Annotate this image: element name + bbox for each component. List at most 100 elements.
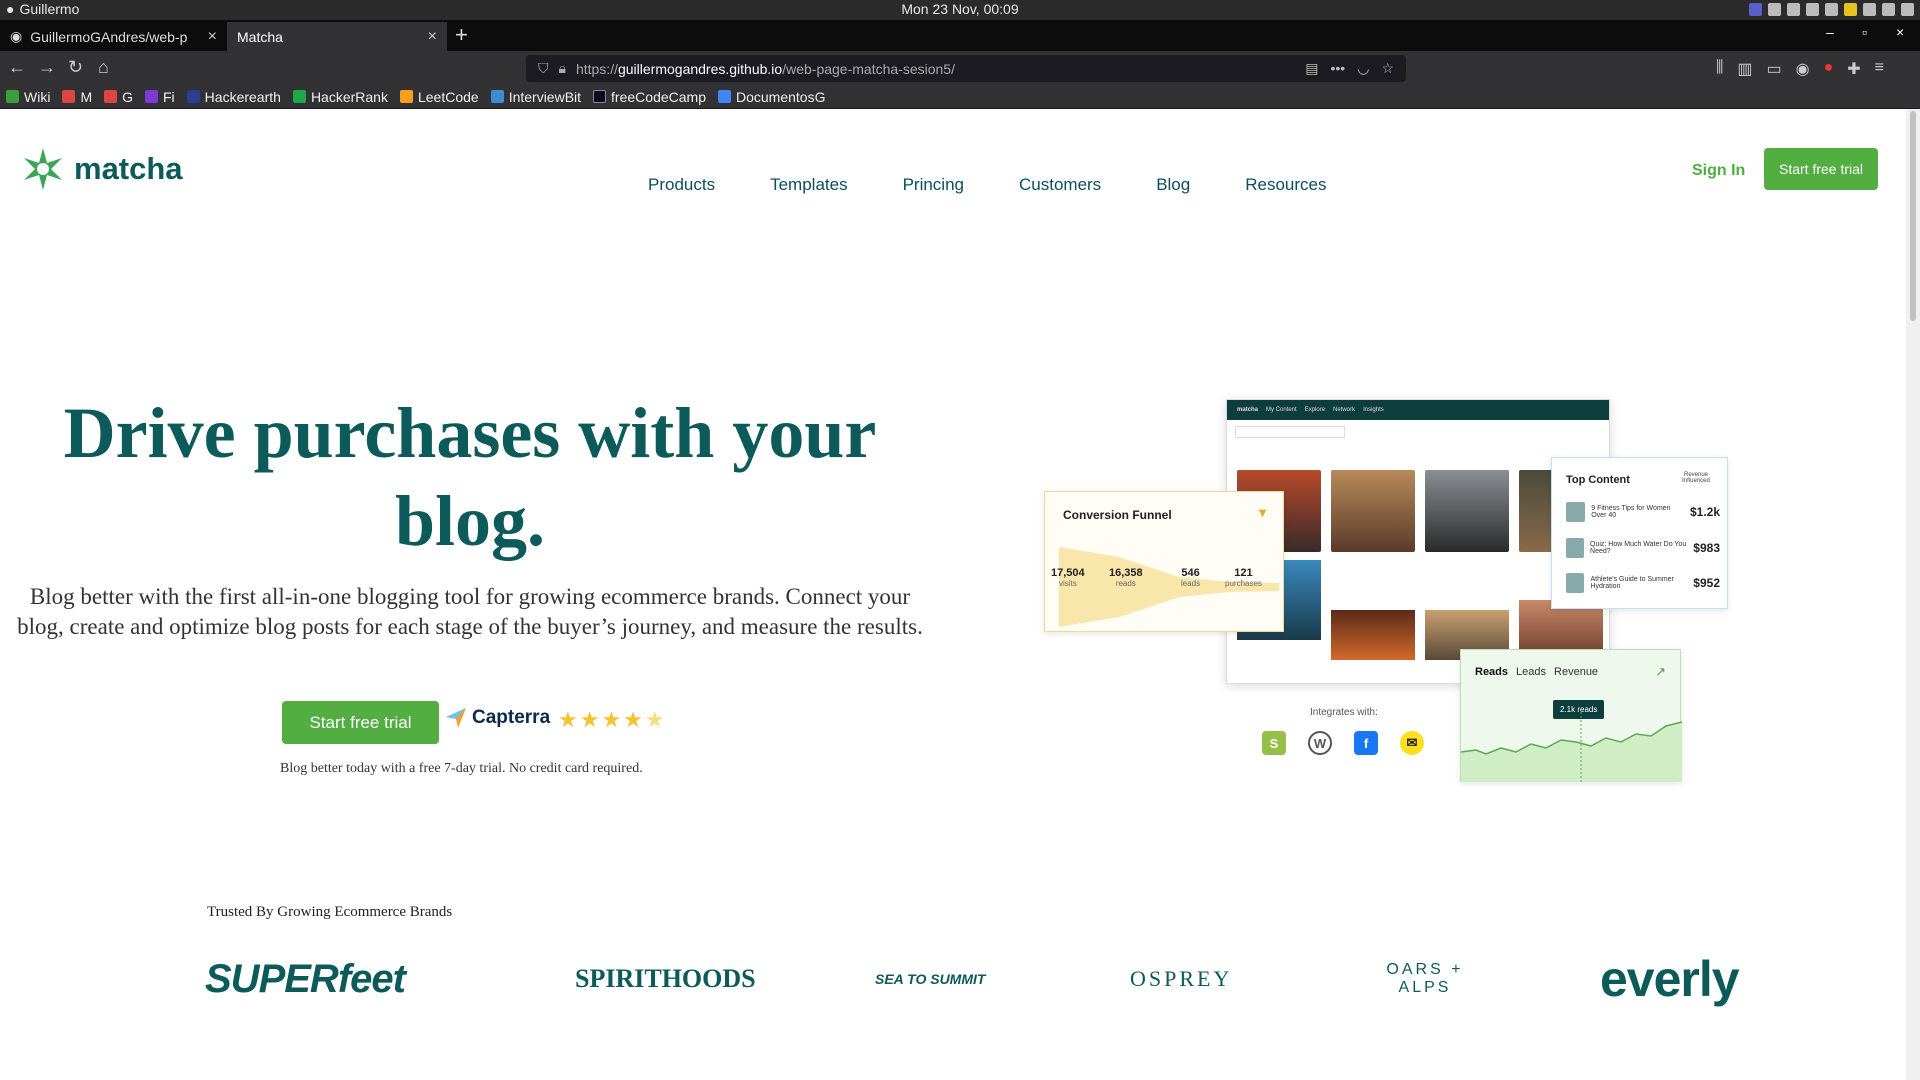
matcha-logo[interactable]: matcha: [20, 146, 183, 192]
extension-red-icon[interactable]: ●: [1824, 59, 1834, 79]
content-grid: [1237, 470, 1603, 552]
close-icon[interactable]: ×: [428, 28, 437, 46]
conversion-funnel-card: Conversion Funnel ▼ 17,504 visits 16,358 r…: [1044, 491, 1284, 632]
teams-icon[interactable]: [1749, 3, 1762, 16]
reads-chart-card: Reads Leads Revenue ↗ 2.1k reads: [1460, 649, 1682, 782]
forward-icon[interactable]: →: [38, 57, 56, 78]
screen-icon[interactable]: [1768, 3, 1781, 16]
gmail-icon: [62, 90, 76, 103]
app-tab: Explore: [1304, 407, 1326, 413]
thumbnail: [1566, 538, 1585, 558]
app-tab: Insights: [1363, 407, 1384, 413]
reader-icon[interactable]: ▭: [1767, 59, 1782, 79]
library-icon[interactable]: ⫼: [1716, 59, 1723, 79]
start-trial-button[interactable]: Start free trial: [282, 701, 439, 744]
display-icon[interactable]: [1787, 3, 1800, 16]
thumbnail: [1566, 502, 1586, 522]
nav-pricing[interactable]: Princing: [903, 175, 964, 195]
volume-icon[interactable]: [1882, 3, 1895, 16]
funnel-stage: 121 purchases: [1225, 567, 1262, 588]
app-search: [1235, 426, 1345, 438]
tab-strip: ◉ GuillermoGAndres/web-p × Matcha ×: [0, 20, 1920, 51]
tracking-shield-icon[interactable]: ⛉: [538, 60, 549, 77]
hackerrank-icon: [292, 90, 306, 103]
notification-icon[interactable]: [1901, 3, 1914, 16]
bookmark-gmail-g[interactable]: G: [104, 89, 133, 105]
navigation-toolbar: ← → ↻ ⌂ ⛉ 🔒︎ https://guillermogandres.gi…: [0, 51, 1920, 85]
github-icon: ◉: [10, 28, 23, 44]
menu-icon[interactable]: ≡: [1875, 59, 1884, 79]
bookmark-star-icon[interactable]: ☆: [1381, 60, 1394, 77]
bookmark-gmail-m[interactable]: M: [62, 89, 92, 105]
notes-icon[interactable]: [1844, 3, 1857, 16]
url-text: https://guillermogandres.github.io/web-p…: [575, 60, 955, 77]
matcha-leaf-icon: [24, 148, 62, 190]
url-bar[interactable]: ⛉ 🔒︎ https://guillermogandres.github.io/…: [526, 55, 1406, 82]
back-icon[interactable]: ←: [8, 57, 26, 78]
integration-logos: S W f ✉: [1262, 731, 1424, 755]
capterra-badge[interactable]: Capterra: [446, 707, 550, 729]
nav-customers[interactable]: Customers: [1019, 175, 1101, 195]
bookmark-hackerearth[interactable]: Hackerearth: [186, 89, 281, 105]
close-window-button[interactable]: ×: [1896, 24, 1904, 40]
top-content-item: Quiz: How Much Water Do You Need? $983: [1566, 536, 1720, 560]
app-nav: matcha My Content Explore Network Insigh…: [1227, 400, 1609, 420]
os-top-bar: ● Guillermo Mon 23 Nov, 00:09: [0, 0, 1920, 20]
sidebar-icon[interactable]: ▥: [1737, 59, 1752, 79]
web-page: matcha Products Templates Princing Custo…: [0, 109, 1906, 1080]
bookmark-fi[interactable]: Fi: [145, 89, 175, 105]
bookmark-hackerrank[interactable]: HackerRank: [292, 89, 388, 105]
tab-title: GuillermoGAndres/web-p: [30, 28, 188, 45]
nav-templates[interactable]: Templates: [770, 175, 847, 195]
funnel-filter-icon: ▼: [1256, 505, 1269, 520]
reload-icon[interactable]: ↻: [68, 57, 83, 78]
trusted-title: Trusted By Growing Ecommerce Brands: [207, 904, 453, 920]
spirithoods-logo: SPIRITHOODS: [575, 964, 756, 993]
nav-resources[interactable]: Resources: [1245, 175, 1326, 195]
nav-products[interactable]: Products: [648, 175, 715, 195]
docs-icon: [717, 90, 731, 103]
osprey-logo: OSPREY: [1130, 966, 1233, 991]
extensions-icon[interactable]: ✚: [1847, 59, 1860, 79]
gmail-icon: [104, 90, 118, 103]
bookmark-wiki[interactable]: Wiki: [6, 89, 50, 105]
tab-title: Matcha: [237, 28, 283, 45]
new-tab-button[interactable]: +: [455, 22, 468, 48]
scrollbar-thumb[interactable]: [1910, 111, 1916, 321]
minimize-button[interactable]: –: [1826, 24, 1834, 40]
sign-in-link[interactable]: Sign In: [1692, 162, 1745, 180]
nav-blog[interactable]: Blog: [1156, 175, 1190, 195]
top-content-item: Athlete's Guide to Summer Hydration $952: [1566, 571, 1720, 595]
system-clock[interactable]: Mon 23 Nov, 00:09: [0, 1, 1920, 17]
clip-icon[interactable]: [1806, 3, 1819, 16]
wiki-icon: [6, 90, 19, 103]
pocket-icon[interactable]: ◡: [1357, 60, 1369, 77]
trial-note: Blog better today with a free 7-day tria…: [280, 761, 643, 776]
maximize-button[interactable]: ▫: [1862, 24, 1867, 40]
integrates-label: Integrates with:: [1310, 707, 1378, 718]
home-icon[interactable]: ⌂: [98, 57, 109, 78]
bookmark-documentos[interactable]: DocumentosG: [717, 89, 825, 105]
start-trial-header-button[interactable]: Start free trial: [1764, 148, 1878, 190]
close-icon[interactable]: ×: [208, 28, 217, 46]
reader-view-icon[interactable]: ▤: [1305, 60, 1318, 77]
capterra-label: Capterra: [472, 707, 551, 728]
lock-icon[interactable]: 🔒︎: [559, 60, 566, 77]
brand-logos: SUPERfeet SPIRITHOODS SEA TO SUMMIT OSPR…: [205, 939, 1740, 1019]
bookmark-freecodecamp[interactable]: freeCodeCamp: [593, 89, 706, 105]
account-icon[interactable]: ◉: [1796, 59, 1810, 79]
bookmark-leetcode[interactable]: LeetCode: [399, 89, 479, 105]
tab-matcha[interactable]: Matcha ×: [227, 22, 447, 51]
app-tab: My Content: [1266, 407, 1297, 413]
bookmark-interviewbit[interactable]: InterviewBit: [490, 89, 581, 105]
tab-github[interactable]: ◉ GuillermoGAndres/web-p ×: [0, 22, 227, 51]
more-actions-icon[interactable]: •••: [1331, 60, 1346, 77]
logo-text: matcha: [74, 151, 183, 186]
shield-icon[interactable]: [1825, 3, 1838, 16]
bookmarks-bar: Wiki M G Fi Hackerearth HackerRank LeetC…: [0, 85, 1920, 109]
page-scrollbar[interactable]: [1906, 109, 1920, 1080]
freecodecamp-icon: [593, 90, 607, 103]
funnel-stage: 16,358 reads: [1109, 567, 1143, 588]
battery-icon[interactable]: [1863, 3, 1876, 16]
top-content-item: 9 Fitness Tips for Women Over 40 $1.2k: [1566, 500, 1720, 524]
